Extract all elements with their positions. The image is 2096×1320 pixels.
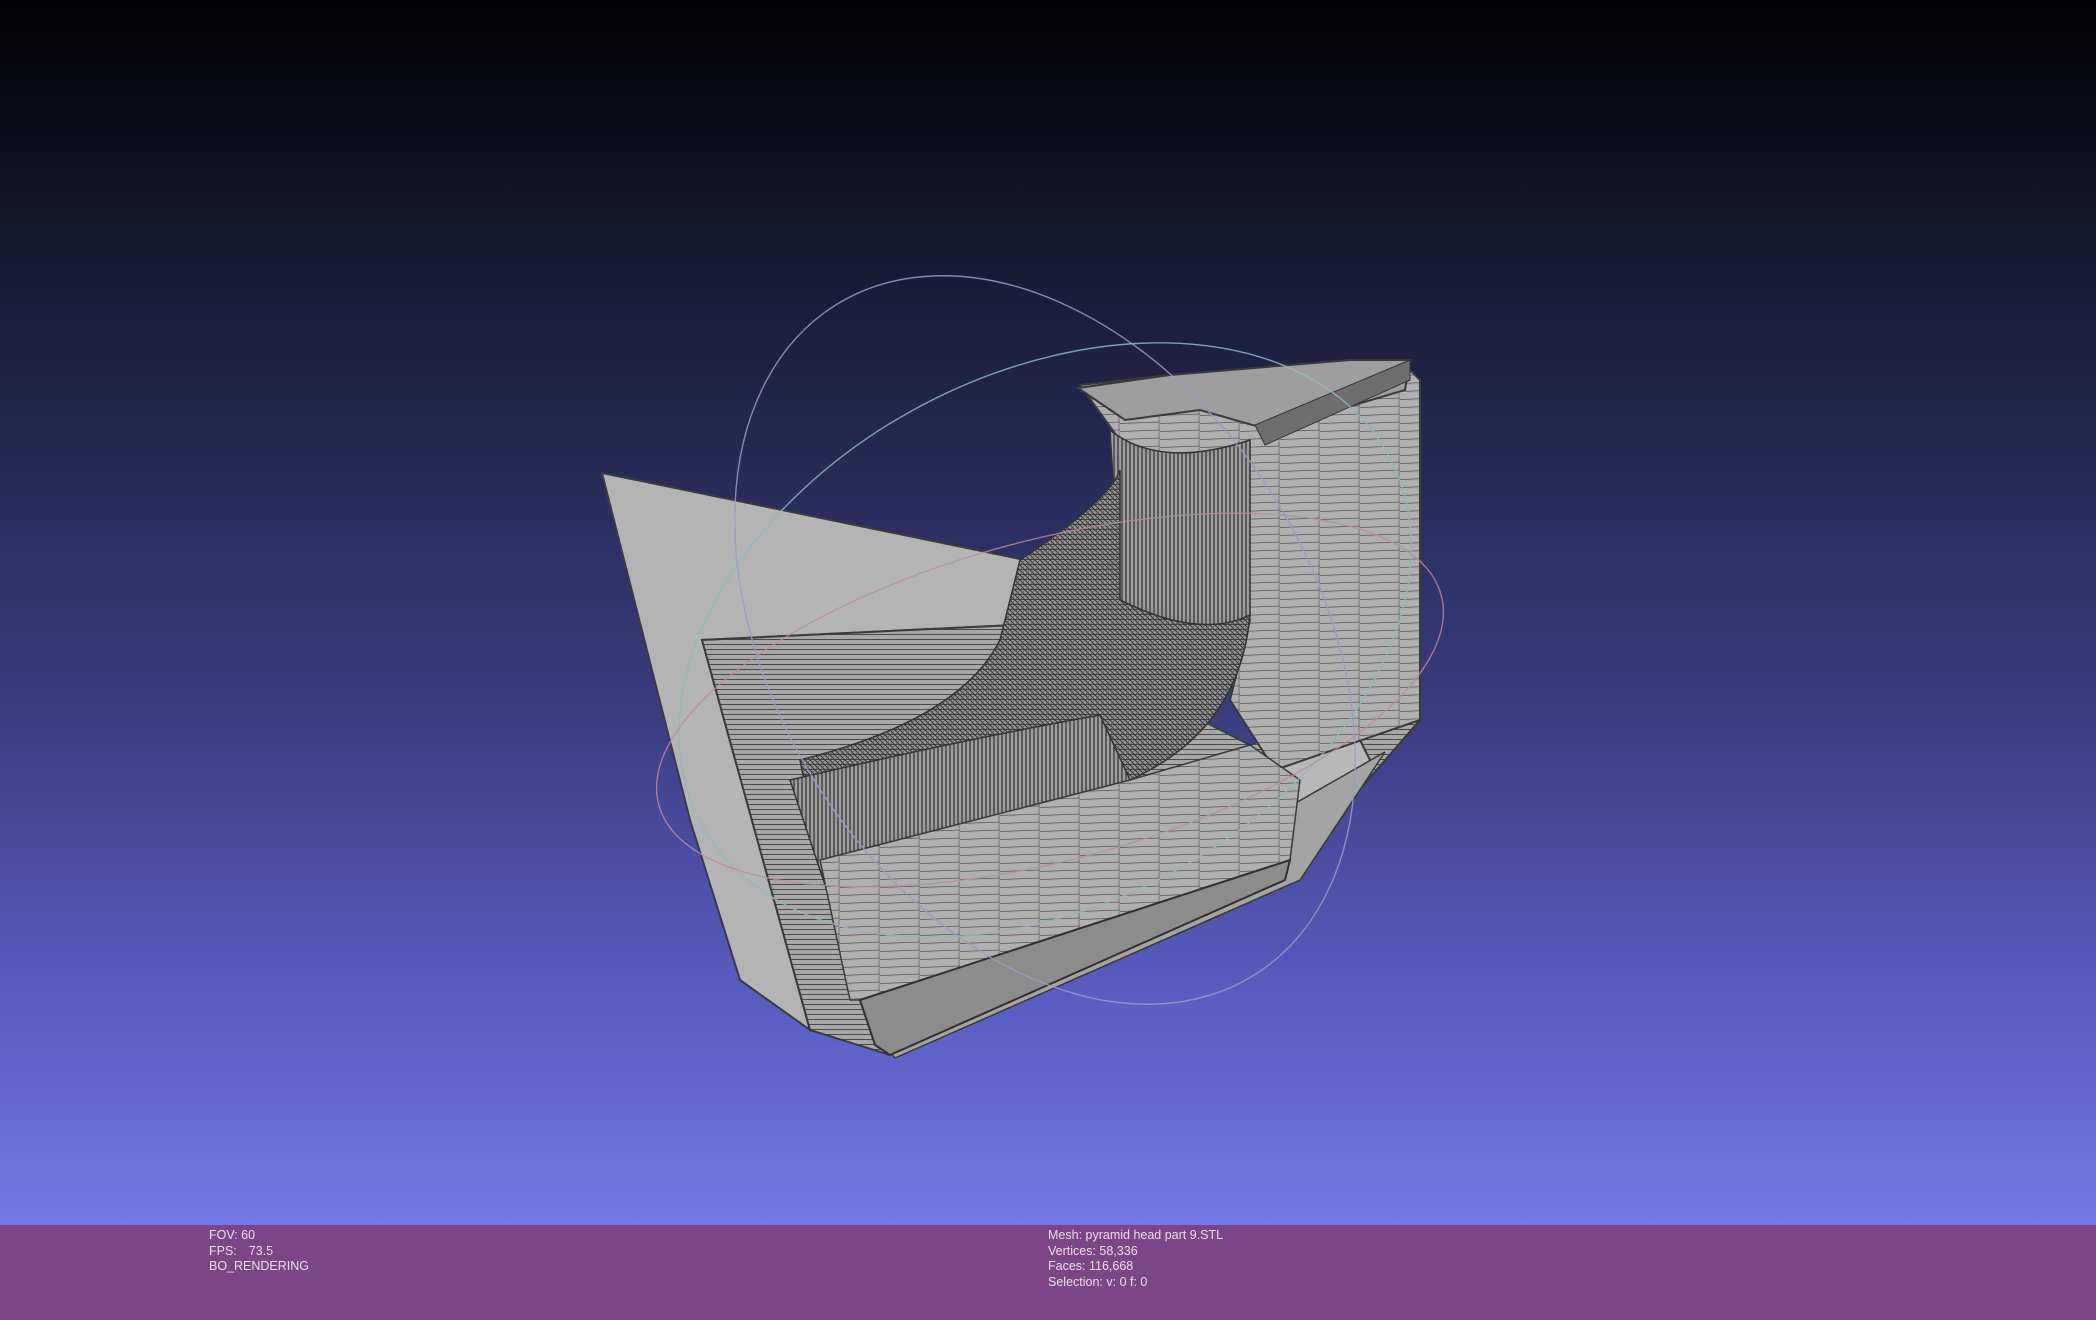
mesh-info: Mesh: pyramid head part 9.STL Vertices: … — [1048, 1228, 1223, 1290]
3d-viewport[interactable] — [0, 0, 2096, 1225]
vertex-count: Vertices: 58,336 — [1048, 1243, 1138, 1258]
status-info-bar: FOV: 60 FPS: 73.5 BO_RENDERING Mesh: pyra… — [0, 1225, 2096, 1320]
meshlab-window: FOV: 60 FPS: 73.5 BO_RENDERING Mesh: pyra… — [0, 0, 2096, 1320]
mesh-name: Mesh: pyramid head part 9.STL — [1048, 1228, 1224, 1242]
face-count: Faces: 116,668 — [1048, 1259, 1134, 1273]
fov-label: FOV: 60 — [209, 1228, 256, 1242]
mesh-model[interactable] — [600, 358, 1422, 1059]
render-mode: BO_RENDERING — [209, 1259, 310, 1273]
fps-label: FPS: — [209, 1243, 237, 1258]
fps-value: 73.5 — [248, 1243, 274, 1258]
fps-readout: FPS: 73.5 — [209, 1244, 309, 1260]
selection-info: Selection: v: 0 f: 0 — [1048, 1274, 1148, 1289]
viewer-info: FOV: 60 FPS: 73.5 BO_RENDERING — [209, 1228, 309, 1275]
